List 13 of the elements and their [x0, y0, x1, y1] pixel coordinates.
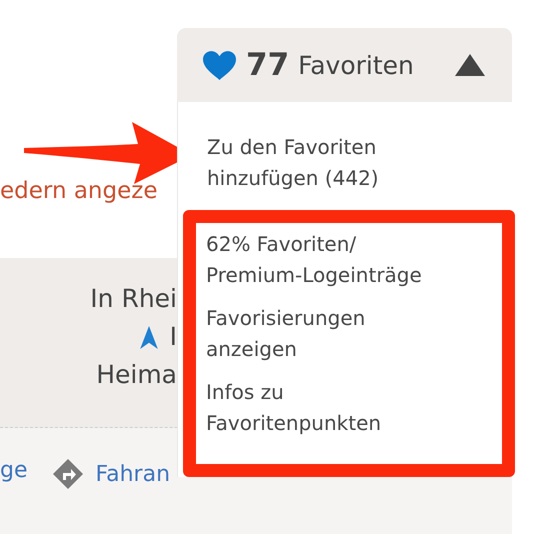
- info-text: Heima: [96, 359, 177, 391]
- link[interactable]: Fahran: [96, 462, 170, 486]
- menu-item[interactable]: Zu den Favoriten hinzufügen (442): [178, 132, 467, 194]
- info-text: In Rhei: [90, 283, 177, 315]
- favorites-count: 77: [246, 47, 290, 83]
- menu-item[interactable]: 62% Favoriten/ Premium-Logeinträge: [196, 229, 466, 291]
- partial-text: edern angeze: [0, 178, 158, 204]
- info-text: I: [170, 321, 177, 353]
- dropdown-header[interactable]: 77 Favoriten: [177, 28, 512, 102]
- menu-item[interactable]: Infos zu Favoritenpunkten: [196, 377, 466, 439]
- link[interactable]: ge: [0, 458, 28, 483]
- menu-item[interactable]: Favorisierungen anzeigen: [196, 303, 466, 365]
- favorites-label: Favoriten: [298, 50, 414, 80]
